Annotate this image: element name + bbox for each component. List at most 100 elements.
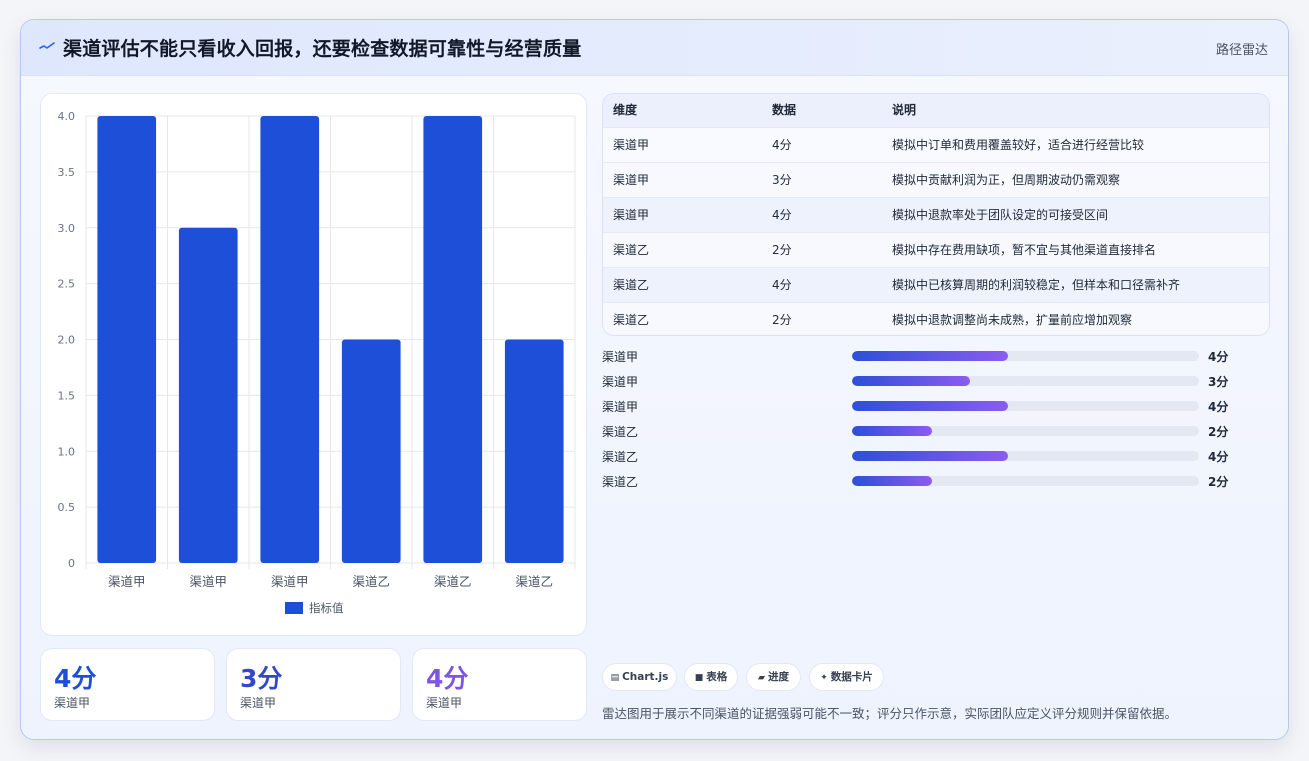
y-tick-label: 2.0 (58, 334, 76, 347)
progress-value: 4分 (1208, 450, 1229, 464)
x-tick-label: 渠道乙 (434, 574, 472, 589)
column-header: 说明 (892, 103, 917, 117)
stat-value: 4分 (426, 664, 469, 693)
progress-track (852, 351, 1199, 361)
table-cell: 模拟中贡献利润为正，但周期波动仍需观察 (892, 173, 1121, 187)
table-cell: 2分 (772, 313, 792, 327)
progress-list: 渠道甲 4分 渠道甲 3分 渠道甲 4分 渠道乙 2分 渠道乙 4分 渠道乙 2… (602, 346, 1270, 496)
progress-track (852, 476, 1199, 486)
progress-row: 渠道乙 4分 (602, 446, 1270, 466)
progress-value: 4分 (1208, 400, 1229, 414)
y-tick-label: 3.5 (58, 166, 76, 179)
progress-label: 渠道甲 (602, 350, 639, 364)
stat-card: 4分 渠道甲 (412, 648, 587, 721)
table-row: 渠道甲 4分 模拟中订单和费用覆盖较好，适合进行经营比较 (603, 127, 1269, 162)
progress-value: 2分 (1208, 425, 1229, 439)
legend-label: 指标值 (309, 601, 344, 615)
table-icon: ■ (694, 673, 704, 683)
y-tick-label: 1.0 (58, 445, 76, 458)
y-tick-label: 0 (68, 557, 75, 570)
table-cell: 模拟中退款率处于团队设定的可接受区间 (892, 208, 1109, 222)
progress-fill (852, 351, 1009, 361)
progress-row: 渠道乙 2分 (602, 421, 1270, 441)
progress-row: 渠道甲 3分 (602, 371, 1270, 391)
progress-track (852, 426, 1199, 436)
header-badge: 路径雷达 (1215, 43, 1268, 58)
progress-fill (852, 476, 932, 486)
table-cell: 4分 (772, 208, 792, 222)
report-card: 渠道评估不能只看收入回报，还要检查数据可靠性与经营质量 路径雷达 0 0.5 1.0… (20, 19, 1289, 740)
chip-progress[interactable]: ▰ 进度 (746, 663, 801, 691)
progress-fill (852, 426, 932, 436)
chart-icon: ▤ (610, 673, 620, 683)
bar (341, 339, 401, 563)
stat-value: 3分 (240, 664, 283, 693)
y-tick-label: 1.5 (58, 389, 76, 402)
table-cell: 渠道甲 (613, 138, 650, 152)
x-tick-label: 渠道甲 (108, 574, 146, 589)
y-tick-label: 4.0 (58, 110, 76, 123)
chip-label: Chart.js (622, 671, 669, 683)
y-tick-label: 2.5 (58, 278, 76, 291)
progress-label: 渠道乙 (602, 450, 639, 464)
table-cell: 2分 (772, 243, 792, 257)
x-tick-label: 渠道乙 (515, 574, 553, 589)
bar (423, 116, 483, 563)
progress-row: 渠道甲 4分 (602, 396, 1270, 416)
table-cell: 渠道甲 (613, 173, 650, 187)
table-cell: 3分 (772, 173, 792, 187)
table-cell: 模拟中存在费用缺项，暂不宜与其他渠道直接排名 (892, 243, 1157, 257)
progress-label: 渠道甲 (602, 375, 639, 389)
table-cell: 渠道甲 (613, 208, 650, 222)
table-row: 渠道乙 2分 模拟中退款调整尚未成熟，扩量前应增加观察 (603, 302, 1269, 335)
bar-chart: 0 0.5 1.0 1.5 2.0 2.5 3.0 3.5 4.0 渠道甲 渠道甲 渠道甲 渠道乙 渠道乙… (58, 110, 576, 615)
chip-label: 表格 (706, 671, 728, 683)
table-header-row: 维度 数据 说明 (603, 94, 1269, 127)
legend-swatch (285, 602, 303, 614)
x-tick-label: 渠道甲 (271, 574, 309, 589)
y-tick-label: 0.5 (58, 501, 76, 514)
progress-value: 3分 (1208, 375, 1229, 389)
progress-value: 2分 (1208, 475, 1229, 489)
bar (178, 227, 238, 563)
progress-track (852, 451, 1199, 461)
progress-value: 4分 (1208, 350, 1229, 364)
progress-fill (852, 376, 970, 386)
table-cell: 渠道乙 (613, 243, 650, 257)
progress-icon: ▰ (758, 673, 765, 683)
bar (504, 339, 564, 563)
progress-label: 渠道乙 (602, 425, 639, 439)
table-row: 渠道乙 2分 模拟中存在费用缺项，暂不宜与其他渠道直接排名 (603, 232, 1269, 267)
x-tick-label: 渠道甲 (189, 574, 227, 589)
stat-value: 4分 (54, 664, 97, 693)
progress-track (852, 401, 1199, 411)
page-title: 渠道评估不能只看收入回报，还要检查数据可靠性与经营质量 (63, 38, 582, 60)
table-cell: 模拟中退款调整尚未成熟，扩量前应增加观察 (892, 313, 1133, 327)
table-cell: 渠道乙 (613, 313, 650, 327)
chip-table[interactable]: ■ 表格 (684, 663, 738, 691)
stat-label: 渠道甲 (240, 696, 277, 710)
table-cell: 4分 (772, 278, 792, 292)
column-header: 数据 (772, 103, 797, 117)
bar (260, 116, 320, 563)
column-header: 维度 (613, 103, 638, 117)
progress-row: 渠道甲 4分 (602, 346, 1270, 366)
progress-fill (852, 401, 1009, 411)
chip-chartjs[interactable]: ▤ Chart.js (602, 663, 677, 691)
sparkle-icon: ✦ (820, 673, 828, 683)
table-cell: 渠道乙 (613, 278, 650, 292)
stat-label: 渠道甲 (54, 696, 91, 710)
x-tick-label: 渠道乙 (352, 574, 390, 589)
table-row: 渠道乙 4分 模拟中已核算周期的利润较稳定，但样本和口径需补齐 (603, 267, 1269, 302)
progress-row: 渠道乙 2分 (602, 471, 1270, 491)
progress-label: 渠道甲 (602, 400, 639, 414)
table-cell: 4分 (772, 138, 792, 152)
pulse-icon (39, 42, 55, 49)
progress-label: 渠道乙 (602, 475, 639, 489)
bar-chart-card: 0 0.5 1.0 1.5 2.0 2.5 3.0 3.5 4.0 渠道甲 渠道甲 渠道甲 渠道乙 渠道乙… (40, 93, 587, 636)
footnote: 雷达图用于展示不同渠道的证据强弱可能不一致；评分只作示意，实际团队应定义评分规则… (602, 706, 1178, 721)
stat-card: 4分 渠道甲 (40, 648, 215, 721)
bar (97, 116, 157, 563)
header-bar: 渠道评估不能只看收入回报，还要检查数据可靠性与经营质量 路径雷达 (21, 20, 1288, 76)
chip-data-card[interactable]: ✦ 数据卡片 (809, 663, 884, 691)
